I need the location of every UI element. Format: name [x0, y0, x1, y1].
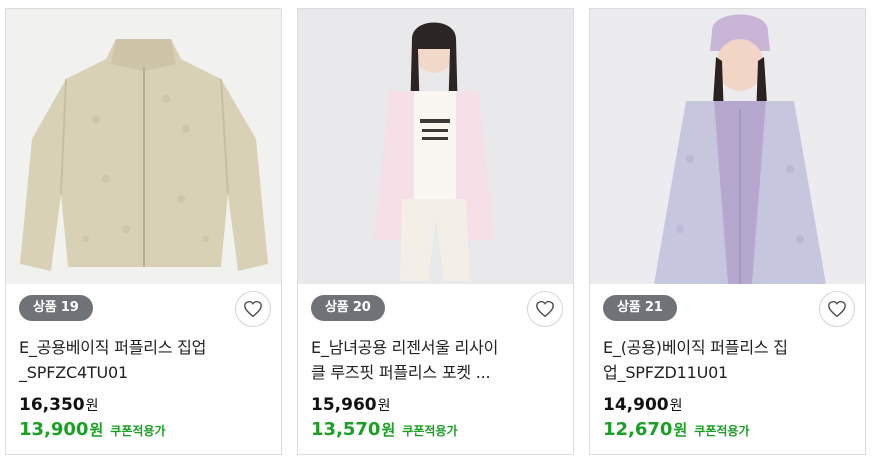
product-title[interactable]: E_공용베이직 퍼플리스 집업 _SPFZC4TU01 — [19, 335, 269, 385]
product-card[interactable]: 상품 20 E_남녀공용 리젠서울 리사이 클 루즈핏 퍼플리스 포켓 ... … — [297, 8, 574, 455]
coupon-price: 12,670 원 쿠폰적용가 — [603, 419, 750, 440]
product-card[interactable]: 상품 19 E_공용베이직 퍼플리스 집업 _SPFZC4TU01 16,350… — [5, 8, 282, 455]
coupon-label: 쿠폰적용가 — [110, 424, 166, 438]
heart-icon — [244, 300, 262, 318]
product-image[interactable] — [298, 9, 573, 284]
product-card[interactable]: 상품 21 E_(공용)베이직 퍼플리스 집 업_SPFZD11U01 14,9… — [589, 8, 866, 455]
coupon-label: 쿠폰적용가 — [694, 424, 750, 438]
heart-icon — [536, 300, 554, 318]
coupon-price: 13,570 원 쿠폰적용가 — [311, 419, 458, 440]
product-image[interactable] — [590, 9, 865, 284]
product-title[interactable]: E_(공용)베이직 퍼플리스 집 업_SPFZD11U01 — [603, 335, 853, 385]
original-price: 14,900원 — [603, 395, 683, 415]
product-number-badge: 상품 19 — [19, 295, 93, 321]
coupon-label: 쿠폰적용가 — [402, 424, 458, 438]
heart-icon — [828, 300, 846, 318]
coupon-price: 13,900 원 쿠폰적용가 — [19, 419, 166, 440]
wishlist-button[interactable] — [235, 291, 271, 327]
wishlist-button[interactable] — [819, 291, 855, 327]
product-number-badge: 상품 20 — [311, 295, 385, 321]
wishlist-button[interactable] — [527, 291, 563, 327]
product-image[interactable] — [6, 9, 281, 284]
product-grid: 상품 19 E_공용베이직 퍼플리스 집업 _SPFZC4TU01 16,350… — [0, 0, 874, 463]
product-title[interactable]: E_남녀공용 리젠서울 리사이 클 루즈핏 퍼플리스 포켓 ... — [311, 335, 561, 385]
original-price: 16,350원 — [19, 395, 99, 415]
product-number-badge: 상품 21 — [603, 295, 677, 321]
original-price: 15,960원 — [311, 395, 391, 415]
